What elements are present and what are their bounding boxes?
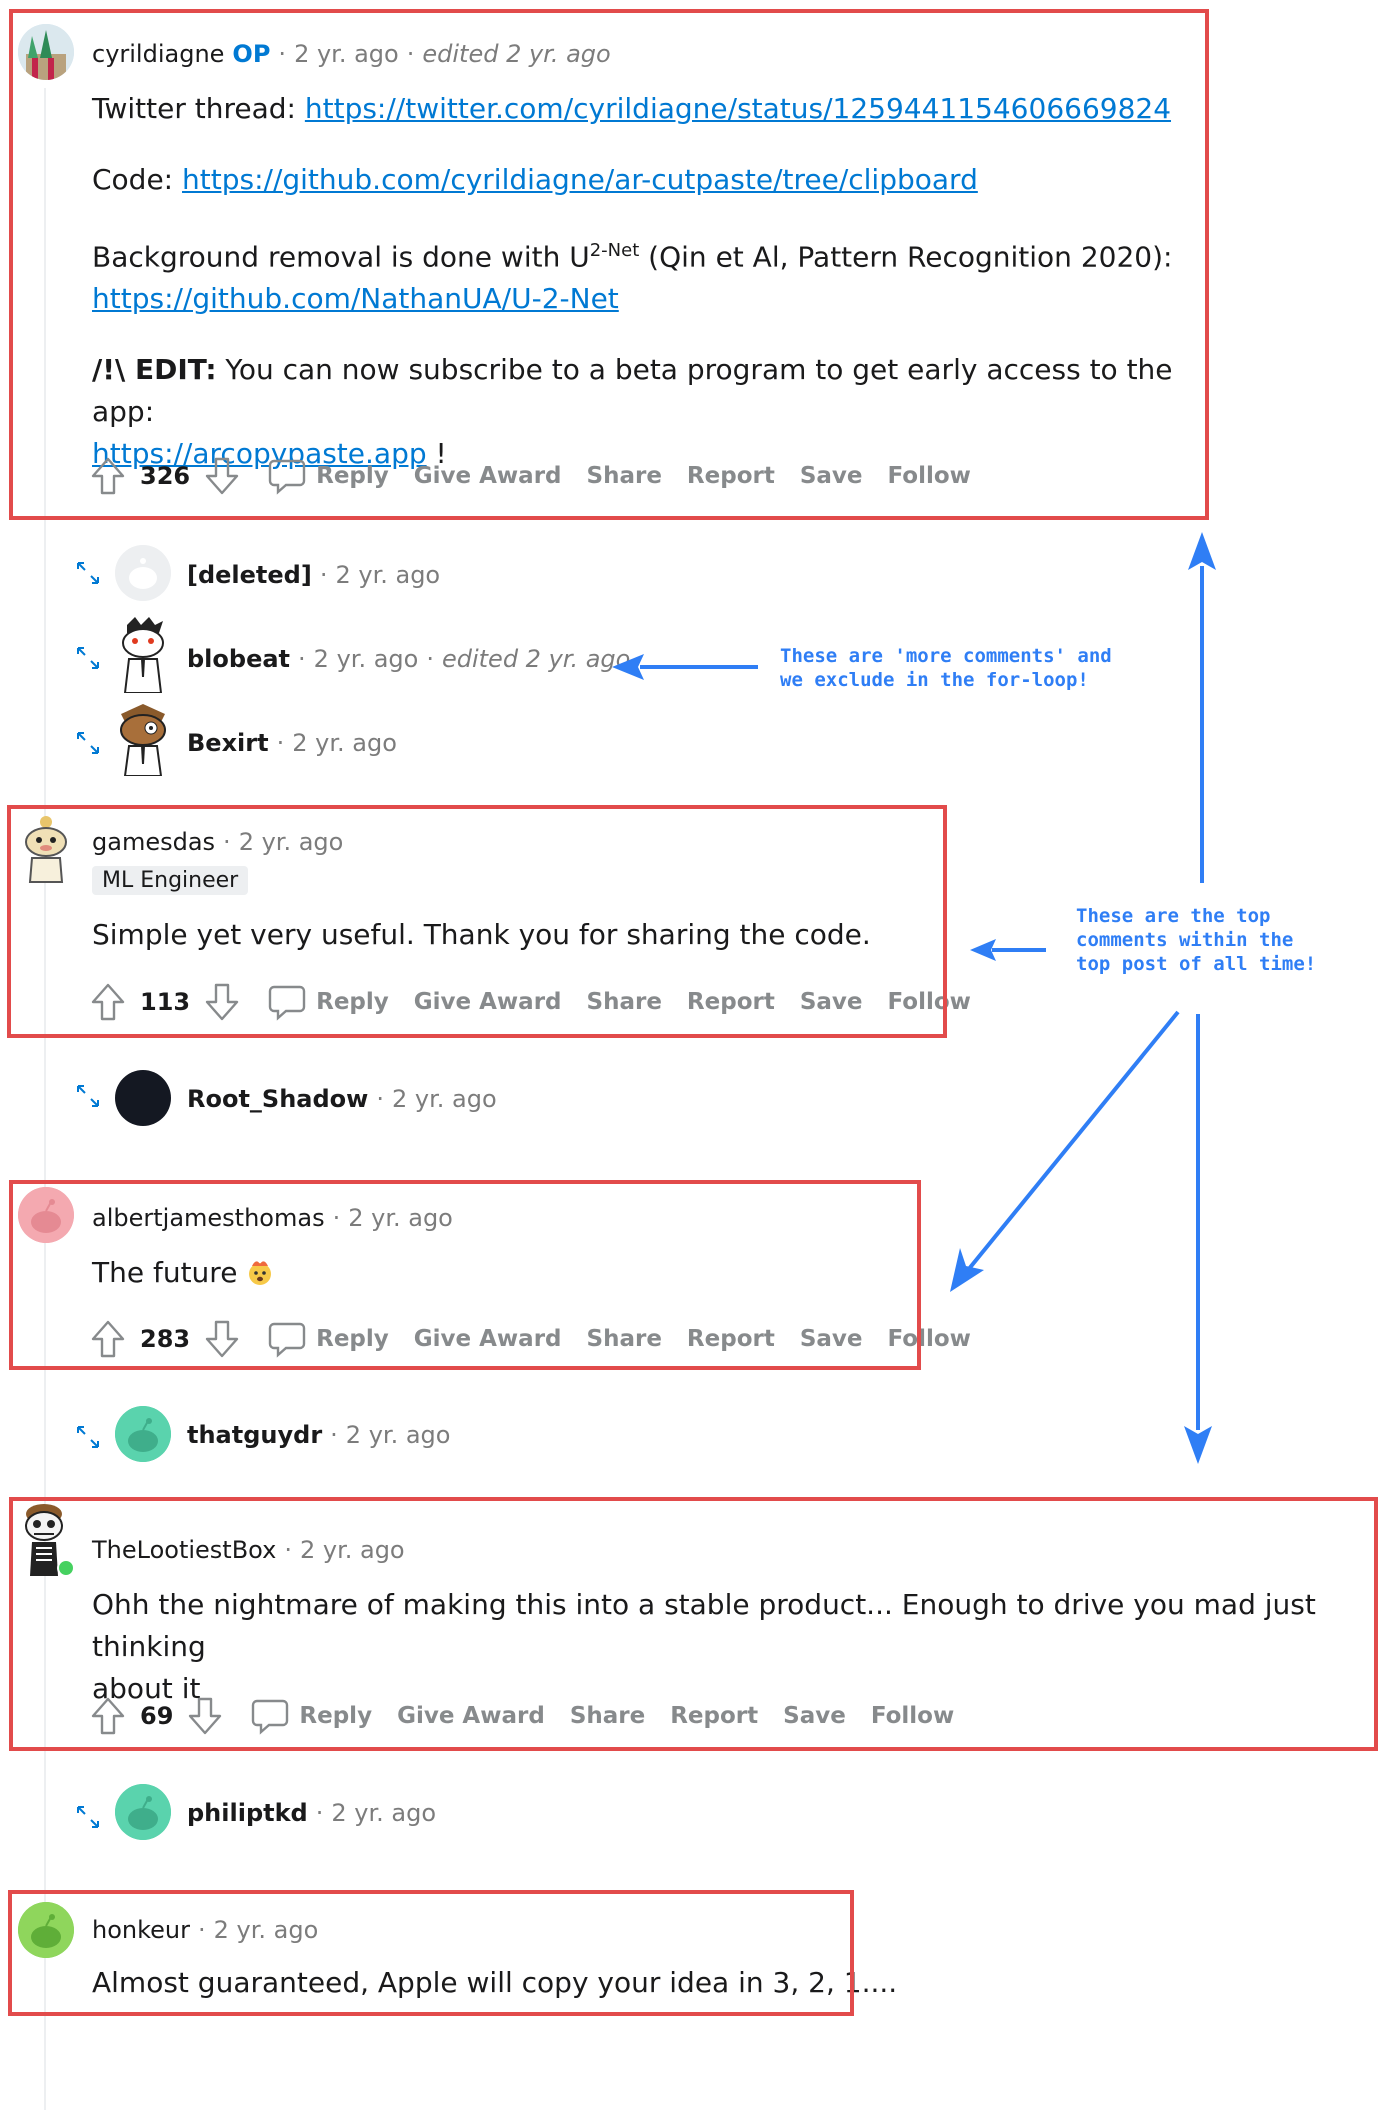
annotation-line: These are the top (1076, 905, 1271, 927)
collapsed-comment[interactable]: philiptkd · 2 yr. ago (187, 1799, 436, 1827)
username[interactable]: [deleted] (187, 561, 312, 589)
annotation-line: These are 'more comments' and (780, 645, 1112, 667)
timestamp: 2 yr. ago (313, 645, 419, 673)
highlight-box (9, 1497, 1378, 1751)
annotation-line: comments within the (1076, 929, 1294, 951)
username[interactable]: blobeat (187, 645, 290, 673)
avatar[interactable] (113, 700, 173, 776)
avatar[interactable] (115, 1784, 171, 1840)
username[interactable]: Root_Shadow (187, 1085, 368, 1113)
highlight-box (9, 1180, 921, 1370)
collapsed-comment[interactable]: blobeat · 2 yr. ago · edited 2 yr. ago (187, 645, 630, 673)
edited-label: edited 2 yr. ago (441, 645, 631, 673)
avatar[interactable] (115, 1406, 171, 1462)
arrow-diagonal-icon (950, 1010, 1180, 1292)
arrow-up-icon (1188, 532, 1216, 883)
avatar[interactable] (113, 615, 173, 693)
username[interactable]: thatguydr (187, 1421, 322, 1449)
username[interactable]: philiptkd (187, 1799, 308, 1827)
highlight-box (8, 1890, 854, 2016)
expand-icon[interactable] (75, 1424, 101, 1450)
collapsed-comment[interactable]: Bexirt · 2 yr. ago (187, 729, 397, 757)
annotation-top-comments: These are the top comments within the to… (1076, 904, 1316, 976)
avatar[interactable] (115, 1070, 171, 1126)
timestamp: 2 yr. ago (292, 729, 397, 757)
expand-icon[interactable] (75, 560, 101, 586)
arrow-left-icon (612, 654, 758, 680)
timestamp: 2 yr. ago (391, 1085, 497, 1113)
timestamp: 2 yr. ago (331, 1799, 437, 1827)
expand-icon[interactable] (75, 645, 101, 671)
highlight-box (9, 9, 1209, 520)
expand-icon[interactable] (75, 1804, 101, 1830)
annotation-more-comments: These are 'more comments' and we exclude… (780, 644, 1112, 692)
collapsed-comment[interactable]: thatguydr · 2 yr. ago (187, 1421, 450, 1449)
timestamp: 2 yr. ago (335, 561, 441, 589)
annotation-line: we exclude in the for-loop! (780, 669, 1089, 691)
expand-icon[interactable] (75, 1083, 101, 1109)
highlight-box (7, 805, 947, 1038)
collapsed-comment[interactable]: Root_Shadow · 2 yr. ago (187, 1085, 497, 1113)
arrow-left-icon (970, 939, 1046, 961)
timestamp: 2 yr. ago (345, 1421, 451, 1449)
username[interactable]: Bexirt (187, 729, 269, 757)
expand-icon[interactable] (75, 730, 101, 756)
collapsed-comment[interactable]: [deleted] · 2 yr. ago (187, 561, 440, 589)
avatar[interactable] (115, 545, 171, 601)
arrow-down-icon (1184, 1014, 1212, 1464)
annotation-line: top post of all time! (1076, 953, 1317, 975)
